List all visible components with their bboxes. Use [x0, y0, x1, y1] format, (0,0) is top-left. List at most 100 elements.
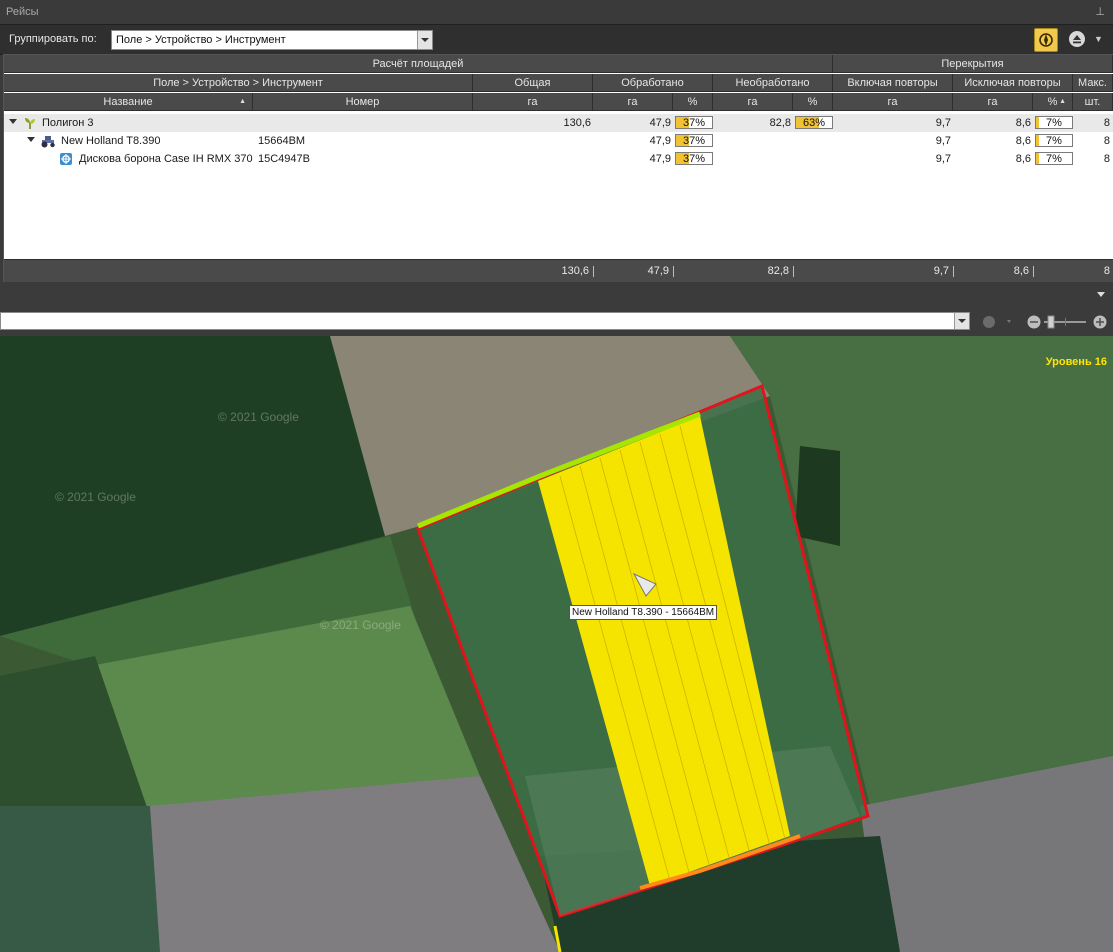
group-by-label: Группировать по: [9, 33, 97, 45]
footer-separator [1033, 266, 1034, 277]
table-footer-totals: 130,6 47,9 82,8 9,7 8,6 8 [4, 259, 1113, 282]
map-toolbar [0, 308, 1113, 336]
header-total: Общая [473, 74, 593, 92]
processed-pct: 37% [682, 135, 706, 147]
row-excl: 8,6 [1015, 117, 1031, 129]
row-excl: 8,6 [1015, 153, 1031, 165]
pin-icon[interactable]: ⊥ [1095, 0, 1105, 24]
unprocessed-pct-bar: 63% [795, 116, 833, 129]
footer-processed: 47,9 [647, 265, 669, 277]
header-excl-repeats: Исключая повторы [953, 74, 1073, 92]
row-total: 130,6 [563, 117, 591, 129]
vehicle-label: New Holland T8.390 - 15664ВМ [569, 605, 718, 620]
header-unprocessed: Необработано [713, 74, 833, 92]
map-watermark: © 2021 Google [55, 490, 136, 504]
row-unprocessed-ha: 82,8 [769, 117, 791, 129]
footer-incl: 9,7 [933, 265, 949, 277]
excl-pct-bar: 7% [1035, 152, 1073, 165]
row-incl: 9,7 [935, 153, 951, 165]
column-unprocessed-ha[interactable]: га [713, 93, 793, 111]
row-incl: 9,7 [935, 135, 951, 147]
chevron-down-icon[interactable] [417, 31, 432, 49]
excl-pct: 7% [1046, 135, 1062, 147]
table-row[interactable]: New Holland T8.390 15664ВМ 47,9 37% 9,7 … [4, 132, 1113, 150]
table-row[interactable]: Дискова борона Case IH RMX 370 15С4947В … [4, 150, 1113, 168]
row-incl: 9,7 [935, 117, 951, 129]
header-processed: Обработано [593, 74, 713, 92]
row-name: Дискова борона Case IH RMX 370 [79, 153, 253, 165]
group-by-select[interactable]: Поле > Устройство > Инструмент [111, 30, 433, 50]
header-area-calc: Расчёт площадей [4, 55, 833, 73]
row-excl: 8,6 [1015, 135, 1031, 147]
unprocessed-pct: 63% [802, 117, 826, 129]
processed-pct: 37% [682, 153, 706, 165]
chevron-down-icon[interactable] [1097, 292, 1105, 297]
footer-total: 130,6 [561, 265, 589, 277]
row-processed-ha: 47,9 [649, 135, 671, 147]
row-processed-ha: 47,9 [649, 153, 671, 165]
field-sprout-icon [25, 118, 35, 129]
track-mode-button[interactable] [1034, 28, 1058, 52]
processed-pct-bar: 37% [675, 116, 713, 129]
row-processed-ha: 47,9 [649, 117, 671, 129]
crosshair-icon [1039, 33, 1053, 47]
map-watermark: © 2021 Google [218, 410, 299, 424]
row-number: 15664ВМ [258, 135, 306, 147]
column-excl-pct[interactable]: % [1033, 93, 1073, 111]
column-total-ha[interactable]: га [473, 93, 593, 111]
table-row[interactable]: Полигон 3 130,6 47,9 37% 82,8 63% 9,7 8,… [4, 114, 1113, 132]
panel-title-bar: Рейсы ⊥ [0, 0, 1113, 24]
toolbar-dropdown-icon[interactable]: ▼ [1094, 34, 1104, 44]
tractor-icon [41, 136, 55, 148]
excl-pct-bar: 7% [1035, 116, 1073, 129]
satellite-map[interactable] [0, 336, 1113, 952]
trips-table: Расчёт площадей Перекрытия Поле > Устрой… [3, 54, 1113, 282]
column-incl-ha[interactable]: га [833, 93, 953, 111]
map-view[interactable]: Уровень 16 New Holland T8.390 - 15664ВМ … [0, 336, 1113, 952]
row-name: New Holland T8.390 [61, 135, 161, 147]
eject-icon [1069, 31, 1085, 47]
chevron-down-icon[interactable] [954, 313, 969, 329]
zoom-level-label: Уровень 16 [1045, 356, 1107, 368]
column-max-unit[interactable]: шт. [1073, 93, 1113, 111]
zoom-in-icon[interactable] [1093, 315, 1107, 329]
globe-icon[interactable] [983, 316, 995, 328]
footer-unprocessed: 82,8 [767, 265, 789, 277]
zoom-out-icon[interactable] [1027, 315, 1041, 329]
header-max: Макс. [1073, 74, 1113, 92]
row-max: 8 [1103, 117, 1110, 129]
map-search-input[interactable] [0, 312, 970, 330]
dropdown-icon[interactable] [1007, 320, 1011, 323]
panel-splitter[interactable] [0, 282, 1113, 308]
implement-icon [60, 153, 72, 165]
column-excl-ha[interactable]: га [953, 93, 1033, 111]
footer-separator [793, 266, 794, 277]
column-processed-ha[interactable]: га [593, 93, 673, 111]
processed-pct: 37% [682, 117, 706, 129]
header-grouping: Поле > Устройство > Инструмент [4, 74, 473, 92]
column-number[interactable]: Номер [253, 93, 473, 111]
footer-excl: 8,6 [1013, 265, 1029, 277]
header-incl-repeats: Включая повторы [833, 74, 953, 92]
map-watermark: © 2021 Google [320, 618, 401, 632]
header-overlaps: Перекрытия [833, 55, 1113, 73]
column-unprocessed-pct[interactable]: % [793, 93, 833, 111]
excl-pct: 7% [1046, 117, 1062, 129]
column-processed-pct[interactable]: % [673, 93, 713, 111]
chevron-down-icon[interactable] [9, 119, 17, 124]
group-by-value: Поле > Устройство > Инструмент [116, 34, 286, 46]
eject-button[interactable] [1068, 30, 1086, 48]
chevron-down-icon[interactable] [27, 137, 35, 142]
processed-pct-bar: 37% [675, 152, 713, 165]
footer-separator [673, 266, 674, 277]
zoom-controls [983, 315, 1107, 329]
column-name[interactable]: Название [4, 93, 253, 111]
row-max: 8 [1103, 135, 1110, 147]
panel-title: Рейсы [6, 6, 39, 18]
grouping-toolbar: Группировать по: Поле > Устройство > Инс… [0, 24, 1113, 55]
row-name: Полигон 3 [42, 117, 94, 129]
row-number: 15С4947В [258, 153, 310, 165]
row-max: 8 [1103, 153, 1110, 165]
zoom-slider[interactable] [1044, 315, 1086, 329]
footer-max: 8 [1103, 265, 1110, 277]
